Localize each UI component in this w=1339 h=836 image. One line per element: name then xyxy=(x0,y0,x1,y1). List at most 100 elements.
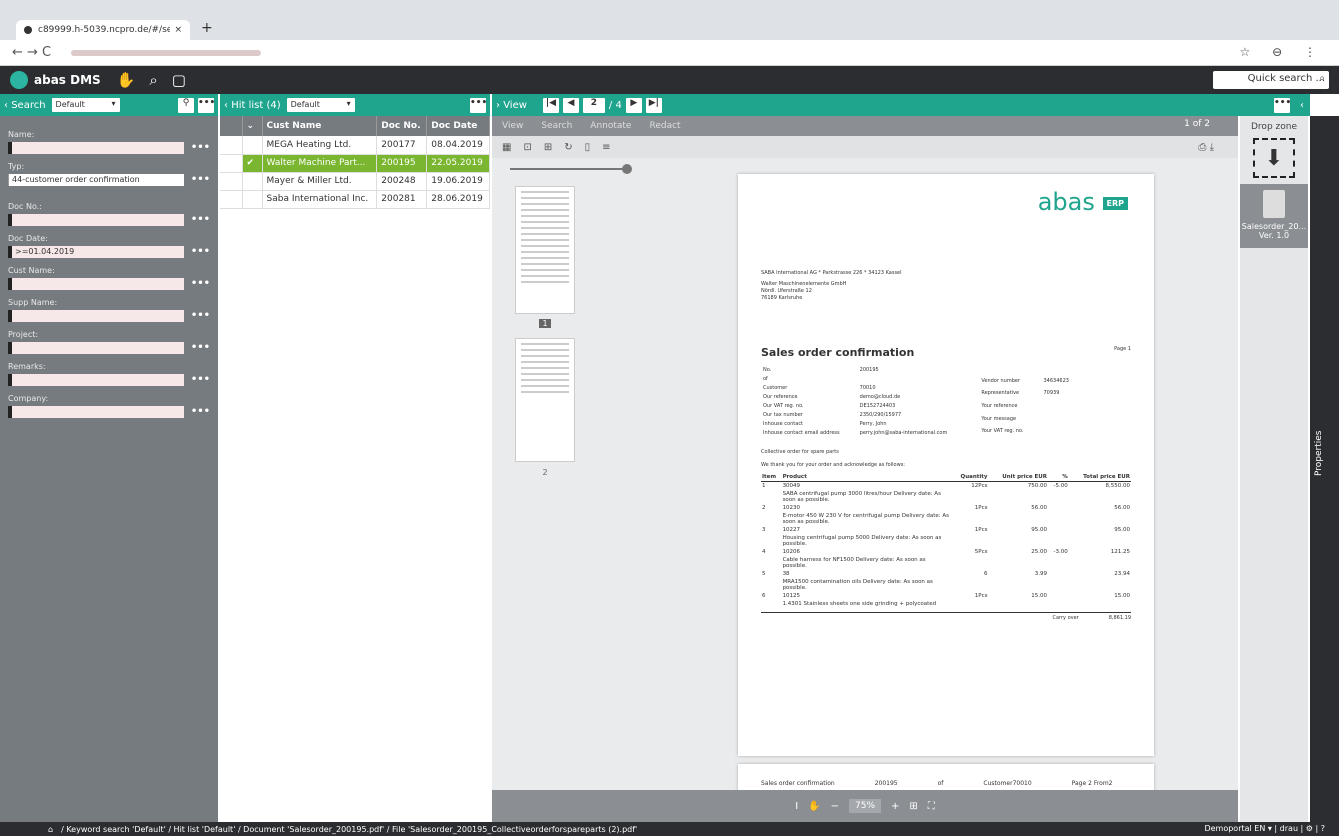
field-label: Remarks: xyxy=(8,362,46,371)
close-tab-icon[interactable]: × xyxy=(174,25,182,35)
thumbnail-page-2[interactable] xyxy=(515,338,575,462)
field-label: Name: xyxy=(8,130,35,139)
single-page-icon[interactable]: ▯ xyxy=(585,142,591,153)
properties-panel-tab[interactable]: Properties xyxy=(1310,116,1339,822)
field-more-button[interactable]: ••• xyxy=(191,279,210,289)
search-field-input[interactable] xyxy=(8,214,184,226)
item-cell xyxy=(1048,570,1069,578)
field-label: Supp Name: xyxy=(8,298,58,307)
row-check[interactable]: ✔ xyxy=(242,154,263,173)
new-tab-button[interactable]: + xyxy=(201,20,213,36)
page-number-input[interactable]: 2 xyxy=(582,97,605,113)
browser-tab[interactable]: c89999.h-5039.ncpro.de/#/se × xyxy=(16,20,190,40)
field-more-button[interactable]: ••• xyxy=(191,247,210,257)
hitlist-title[interactable]: ‹ Hit list (4) xyxy=(224,100,281,111)
fit-icon[interactable]: ⊞ xyxy=(909,801,917,812)
doc-date-cell: 19.06.2019 xyxy=(426,172,490,191)
fullscreen-icon[interactable]: ⛶ xyxy=(928,801,935,812)
table-row[interactable]: Saba International Inc. 200281 28.06.2019 xyxy=(220,190,490,209)
rotate-icon[interactable]: ↻ xyxy=(564,142,572,153)
zoom-in-button[interactable]: + xyxy=(891,801,899,812)
table-row[interactable]: Mayer & Miller Ltd. 200248 19.06.2019 xyxy=(220,172,490,191)
field-more-button[interactable]: ••• xyxy=(191,375,210,385)
search-field-input[interactable] xyxy=(8,406,184,418)
new-document-icon[interactable]: ▢ xyxy=(172,71,186,89)
print-download-icons[interactable]: ⎙ ⤓ xyxy=(1198,142,1214,153)
tool-redact[interactable]: Redact xyxy=(649,121,680,131)
drop-target[interactable]: ⬇ xyxy=(1253,138,1295,178)
more-button[interactable]: ••• xyxy=(1274,97,1291,113)
search-icon[interactable]: ⌕ xyxy=(149,71,157,89)
viewer-page-indicator[interactable]: 1 of 2 xyxy=(1184,119,1210,129)
field-row: ••• xyxy=(8,214,210,226)
field-more-button[interactable]: ••• xyxy=(191,407,210,417)
field-more-button[interactable]: ••• xyxy=(191,143,210,153)
browser-actions[interactable]: ☆ ⊖ ⋮ xyxy=(1240,45,1325,59)
field-row: 44-customer order confirmation ••• xyxy=(8,174,210,186)
field-more-button[interactable]: ••• xyxy=(191,175,210,185)
view-header: › View |◀ ◀ 2 / 4 ▶ ▶| ••• ‹ xyxy=(492,94,1310,116)
search-preset-select[interactable]: Default xyxy=(51,98,120,112)
key-icon[interactable]: ⚲ xyxy=(178,97,194,113)
item-cell xyxy=(952,600,989,608)
search-icon[interactable]: ⌕ xyxy=(1319,73,1325,84)
search-field-input[interactable] xyxy=(8,278,184,290)
tool-view[interactable]: View xyxy=(502,121,523,131)
view-toolbar: View Search Annotate Redact 1 of 2 xyxy=(492,116,1238,136)
hitlist-preset-select[interactable]: Default xyxy=(286,98,355,112)
field-more-button[interactable]: ••• xyxy=(191,311,210,321)
first-page-button[interactable]: |◀ xyxy=(542,97,559,113)
column-cust-name[interactable]: Cust Name xyxy=(262,116,378,136)
item-cell: -5.00 xyxy=(1053,483,1068,489)
nav-buttons[interactable]: ← → C xyxy=(12,45,51,60)
table-row[interactable]: MEGA Heating Ltd. 200177 08.04.2019 xyxy=(220,136,490,155)
document-title: Sales order confirmation xyxy=(761,346,915,359)
tool-search[interactable]: Search xyxy=(541,121,572,131)
search-title[interactable]: ‹ Search xyxy=(4,100,46,111)
more-button[interactable]: ••• xyxy=(470,97,487,113)
column-doc-no[interactable]: Doc No. xyxy=(376,116,428,136)
home-icon[interactable]: ⌂ xyxy=(48,825,53,834)
fit-page-icon[interactable]: ⊡ xyxy=(523,142,531,153)
column-doc-date[interactable]: Doc Date xyxy=(426,116,490,136)
search-field-input[interactable] xyxy=(8,342,184,354)
breadcrumb[interactable]: / Keyword search 'Default' / Hit list 'D… xyxy=(61,825,637,834)
list-icon[interactable]: ≡ xyxy=(602,142,610,153)
search-field-input[interactable]: >=01.04.2019 xyxy=(8,246,184,258)
quick-search-input[interactable]: Quick search ... ⌕ xyxy=(1213,71,1329,89)
pan-icon[interactable]: ✋ xyxy=(808,801,820,812)
search-field-input[interactable] xyxy=(8,142,184,154)
prev-page-button[interactable]: ◀ xyxy=(562,97,579,113)
zoom-out-button[interactable]: − xyxy=(831,801,839,812)
hitlist-pane: ⌄ Cust Name Doc No. Doc Date MEGA Heatin… xyxy=(220,116,490,822)
text-cursor-icon[interactable]: I xyxy=(795,801,798,812)
thumbnail-page-1[interactable] xyxy=(515,186,575,314)
field-more-button[interactable]: ••• xyxy=(191,343,210,353)
url-field[interactable] xyxy=(71,49,262,56)
zoom-level[interactable]: 75% xyxy=(849,799,882,813)
cust-name-cell: MEGA Heating Ltd. xyxy=(262,136,378,155)
fit-width-icon[interactable]: ⊞ xyxy=(544,142,552,153)
check-column[interactable]: ⌄ xyxy=(242,116,263,136)
slider-handle[interactable] xyxy=(622,164,632,174)
view-title[interactable]: › View xyxy=(496,100,527,111)
thumb-size-slider[interactable] xyxy=(510,168,628,170)
field-row: ••• xyxy=(8,374,210,386)
last-page-button[interactable]: ▶| xyxy=(645,97,662,113)
table-row[interactable]: ✔ Walter Machine Part... 200195 22.05.2019 xyxy=(220,154,490,173)
search-field-input[interactable] xyxy=(8,310,184,322)
more-button[interactable]: ••• xyxy=(198,97,215,113)
grid-view-icon[interactable]: ▦ xyxy=(502,142,511,153)
dropped-file[interactable]: Salesorder_20... Ver. 1.0 xyxy=(1240,184,1308,248)
collapse-icon[interactable]: ‹ xyxy=(1300,100,1304,111)
field-more-button[interactable]: ••• xyxy=(191,215,210,225)
row-check[interactable] xyxy=(242,172,263,191)
search-field-input[interactable] xyxy=(8,374,184,386)
row-check[interactable] xyxy=(242,136,263,155)
tool-annotate[interactable]: Annotate xyxy=(590,121,631,131)
next-page-button[interactable]: ▶ xyxy=(625,97,642,113)
hand-icon[interactable]: ✋ xyxy=(117,71,136,89)
footer-user-menu[interactable]: Demoportal EN ▾ | drau | ⚙ | ? xyxy=(1204,824,1325,833)
row-check[interactable] xyxy=(242,190,263,209)
search-field-input[interactable]: 44-customer order confirmation xyxy=(8,174,184,186)
